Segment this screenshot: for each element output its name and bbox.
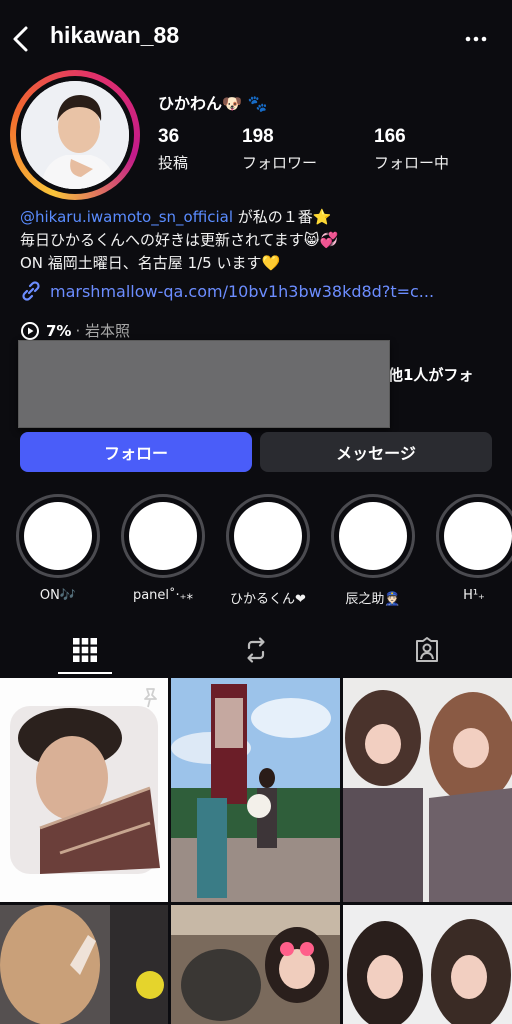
pinned-icon — [144, 688, 157, 708]
stat-followers-label: フォロワー — [242, 154, 318, 172]
highlight-item[interactable]: panel˚‧₊⁎ — [121, 494, 205, 603]
grid-icon — [73, 638, 97, 662]
bio-line2: 毎日ひかるくんへの好きは更新されてます😸💞 — [20, 231, 339, 249]
post-grid — [0, 678, 512, 1024]
highlight-item[interactable]: ひかるくん❤ — [226, 494, 310, 607]
redaction-block — [18, 340, 390, 428]
avatar-photo — [21, 81, 129, 189]
highlight-item[interactable]: 辰之助👮🏻 — [331, 494, 415, 607]
tab-reposts[interactable] — [171, 626, 341, 674]
highlight-cover — [16, 494, 100, 578]
stat-posts-count: 36 — [158, 126, 180, 147]
top-bar: hikawan_88 — [0, 0, 512, 80]
back-chevron-icon[interactable] — [8, 24, 36, 54]
highlight-label: H¹₊ — [463, 588, 485, 603]
follow-button[interactable]: フォロー — [20, 432, 252, 472]
profile-external-link[interactable]: marshmallow-qa.com/10bv1h3bw38kd8d?t=c..… — [20, 280, 434, 302]
post-thumbnail[interactable] — [343, 905, 512, 1024]
stat-posts[interactable]: 36 投稿 — [158, 126, 188, 173]
post-thumbnail[interactable] — [343, 678, 512, 902]
highlight-label: ひかるくん❤ — [230, 592, 306, 607]
threads-percent: 7% — [46, 321, 72, 340]
stat-followers-count: 198 — [242, 126, 274, 147]
play-circle-icon — [21, 321, 39, 340]
stat-posts-label: 投稿 — [158, 154, 189, 172]
highlight-label: 辰之助👮🏻 — [345, 592, 401, 607]
link-url: marshmallow-qa.com/10bv1h3bw38kd8d?t=c..… — [50, 281, 435, 301]
threads-name: · 岩本照 — [75, 322, 131, 340]
highlight-label: ON🎶 — [39, 588, 77, 603]
post-thumbnail[interactable] — [171, 678, 340, 902]
bio-line3: ON 福岡土曜日、名古屋 1/5 います💛 — [20, 254, 281, 272]
highlight-cover — [436, 494, 512, 578]
tab-grid[interactable] — [0, 626, 170, 674]
highlight-cover — [226, 494, 310, 578]
bio-line1: が私の１番⭐ — [232, 208, 332, 226]
mutual-followers-text[interactable]: 他1人がフォ — [388, 364, 473, 385]
profile-tabs — [0, 626, 512, 676]
highlight-cover — [121, 494, 205, 578]
profile-bio: @hikaru.iwamoto_sn_official が私の１番⭐ 毎日ひかる… — [20, 206, 338, 275]
message-button[interactable]: メッセージ — [260, 432, 492, 472]
tagged-person-icon — [416, 637, 438, 662]
post-thumbnail[interactable] — [0, 905, 168, 1024]
active-tab-indicator — [58, 672, 112, 674]
highlight-item[interactable]: ON🎶 — [16, 494, 100, 603]
tab-tagged[interactable] — [342, 626, 512, 674]
link-chain-icon — [22, 281, 40, 301]
post-thumbnail[interactable] — [0, 678, 168, 902]
repost-icon — [247, 637, 265, 663]
highlight-label: panel˚‧₊⁎ — [132, 588, 194, 603]
profile-avatar[interactable] — [10, 70, 140, 200]
bio-mention-link[interactable]: @hikaru.iwamoto_sn_official — [20, 208, 233, 226]
threads-badge[interactable]: 7% · 岩本照 — [20, 320, 130, 341]
more-options-icon[interactable] — [458, 24, 494, 54]
highlight-cover — [331, 494, 415, 578]
stat-following-count: 166 — [374, 126, 406, 147]
profile-username: hikawan_88 — [50, 22, 180, 48]
display-name: ひかわん🐶 🐾 — [158, 94, 268, 113]
stat-following[interactable]: 166 フォロー中 — [374, 126, 449, 173]
stat-following-label: フォロー中 — [374, 154, 450, 172]
highlight-item[interactable]: H¹₊ — [436, 494, 512, 603]
stat-followers[interactable]: 198 フォロワー — [242, 126, 317, 173]
post-thumbnail[interactable] — [171, 905, 340, 1024]
